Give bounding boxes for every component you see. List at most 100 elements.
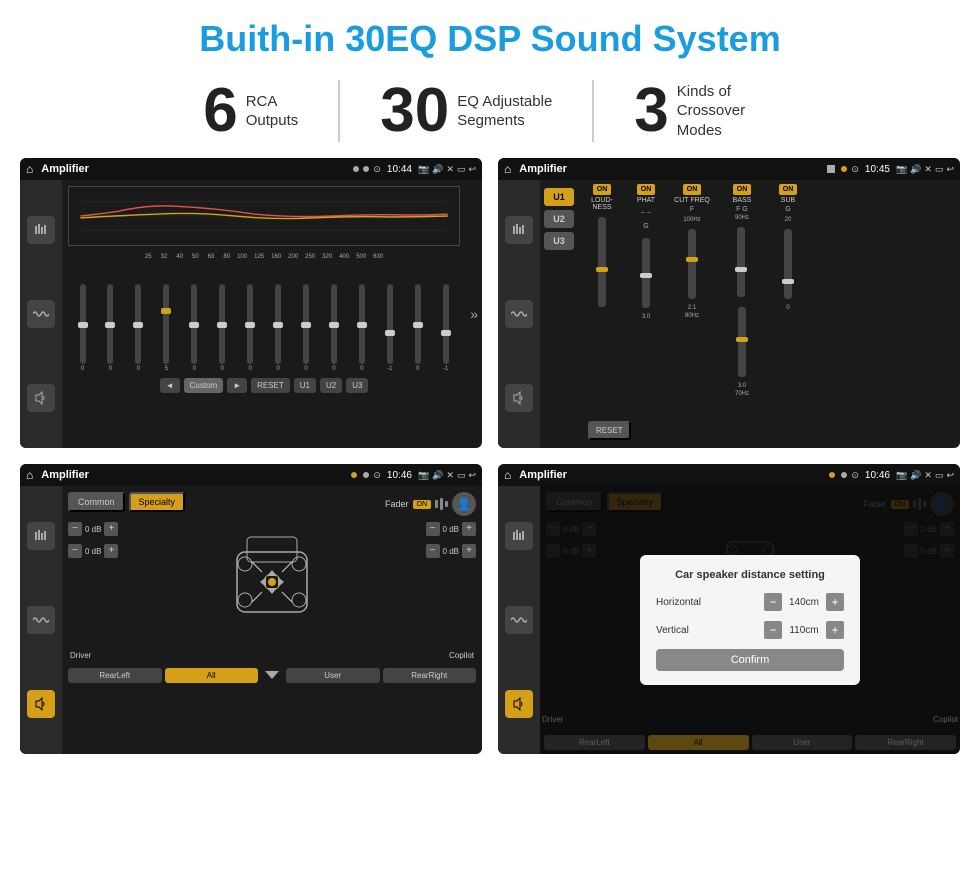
freq-40: 40 [176,254,183,260]
cutfreq-slider[interactable] [688,229,696,299]
vertical-plus[interactable]: + [826,621,844,639]
slider-track-4[interactable] [191,284,197,364]
slider-track-7[interactable] [275,284,281,364]
bass-slider-g[interactable] [738,307,746,377]
back-icon-2[interactable]: ↩ [946,164,954,175]
eq-icon[interactable] [27,216,55,244]
back-icon-3[interactable]: ↩ [468,470,476,481]
rearright-btn-4[interactable]: RearRight [855,735,956,750]
rearright-btn-3[interactable]: RearRight [383,668,477,683]
time-1: 10:44 [387,164,412,175]
wave-icon-2[interactable] [505,300,533,328]
loudness-toggle[interactable]: ON [593,184,612,195]
speaker-icon[interactable] [27,384,55,412]
rearleft-btn-3[interactable]: RearLeft [68,668,162,683]
vertical-value: 110cm [786,625,822,636]
slider-track-5[interactable] [219,284,225,364]
db-plus-tr[interactable]: + [462,522,476,536]
db-plus-tl[interactable]: + [104,522,118,536]
slider-track-10[interactable] [359,284,365,364]
sub-col: ON SUB G 20 0 [770,184,806,311]
db-minus-bl[interactable]: − [68,544,82,558]
db-minus-br[interactable]: − [426,544,440,558]
slider-track-13[interactable] [443,284,449,364]
eq-icon-2[interactable] [505,216,533,244]
cutfreq-toggle[interactable]: ON [683,184,702,195]
play-btn[interactable]: ► [227,378,247,393]
down-arrow-icon[interactable] [261,664,283,686]
prev-btn[interactable]: ◄ [160,378,180,393]
sub-slider[interactable] [784,229,792,299]
slider-track-12[interactable] [415,284,421,364]
reset-btn-2[interactable]: RESET [588,421,631,440]
freq-63: 63 [208,254,215,260]
u3-button[interactable]: U3 [544,232,574,250]
slider-track-1[interactable] [107,284,113,364]
specialty-tab-3[interactable]: Specialty [129,492,186,512]
db-minus-tl[interactable]: − [68,522,82,536]
home-icon-3[interactable]: ⌂ [26,468,33,482]
horizontal-minus[interactable]: − [764,593,782,611]
bass-toggle[interactable]: ON [733,184,752,195]
vertical-minus[interactable]: − [764,621,782,639]
stat-eq-number: 30 [380,80,449,142]
sub-toggle[interactable]: ON [779,184,798,195]
horizontal-value: 140cm [786,597,822,608]
common-tab-3[interactable]: Common [68,492,125,512]
home-icon-2[interactable]: ⌂ [504,162,511,176]
custom-btn[interactable]: Custom [184,378,224,393]
profile-icon-3[interactable]: 👤 [452,492,476,516]
speaker-icon-4[interactable] [505,690,533,718]
fader-on-3[interactable]: ON [413,500,432,509]
back-icon[interactable]: ↩ [468,164,476,175]
u1-button[interactable]: U1 [544,188,574,206]
bass-col: ON BASS F G 90Hz 3.0 [720,184,764,397]
u2-button[interactable]: U2 [544,210,574,228]
speaker-icon-2[interactable] [505,384,533,412]
reset-btn[interactable]: RESET [251,378,290,393]
status-bar-4: ⌂ Amplifier ⊙ 10:46 📷 🔊 ✕ ▭ ↩ [498,464,960,486]
slider-track-2[interactable] [135,284,141,364]
home-icon-1[interactable]: ⌂ [26,162,33,176]
u3-btn[interactable]: U3 [346,378,368,393]
screen-eq: ⌂ Amplifier ⊙ 10:44 📷 🔊 ✕ ▭ ↩ [20,158,482,448]
yellow-dot-3 [351,472,357,478]
wave-icon[interactable] [27,300,55,328]
slider-track-3[interactable] [163,284,169,364]
confirm-button[interactable]: Confirm [656,649,844,671]
user-btn-3[interactable]: User [286,668,380,683]
app-name-2: Amplifier [519,163,823,175]
speaker-icon-3[interactable] [27,690,55,718]
slider-track-0[interactable] [80,284,86,364]
db-plus-br[interactable]: + [462,544,476,558]
u1-btn[interactable]: U1 [294,378,316,393]
all-btn-4[interactable]: All [648,735,749,750]
loudness-slider[interactable] [598,217,606,307]
home-icon-4[interactable]: ⌂ [504,468,511,482]
expand-icon[interactable]: » [470,306,478,322]
slider-track-6[interactable] [247,284,253,364]
horizontal-plus[interactable]: + [826,593,844,611]
bottom-btns-3: RearLeft All User RearRight [68,664,476,686]
db-minus-tr[interactable]: − [426,522,440,536]
bass-slider-f[interactable] [737,227,745,297]
u2-btn[interactable]: U2 [320,378,342,393]
slider-track-9[interactable] [331,284,337,364]
user-btn-4[interactable]: User [752,735,853,750]
eq-icon-3[interactable] [27,522,55,550]
back-icon-4[interactable]: ↩ [946,470,954,481]
eq-icon-4[interactable] [505,522,533,550]
slider-track-8[interactable] [303,284,309,364]
driver-label-3: Driver [70,651,91,660]
slider-track-11[interactable] [387,284,393,364]
horizontal-row: Horizontal − 140cm + [656,593,844,611]
phat-slider[interactable] [642,238,650,308]
freq-125: 125 [254,254,264,260]
crossover-main: Common Specialty Fader ON 👤 [62,486,482,754]
rearleft-btn-4[interactable]: RearLeft [544,735,645,750]
wave-icon-3[interactable] [27,606,55,634]
db-plus-bl[interactable]: + [104,544,118,558]
phat-toggle[interactable]: ON [637,184,656,195]
all-btn-3[interactable]: All [165,668,259,683]
wave-icon-4[interactable] [505,606,533,634]
